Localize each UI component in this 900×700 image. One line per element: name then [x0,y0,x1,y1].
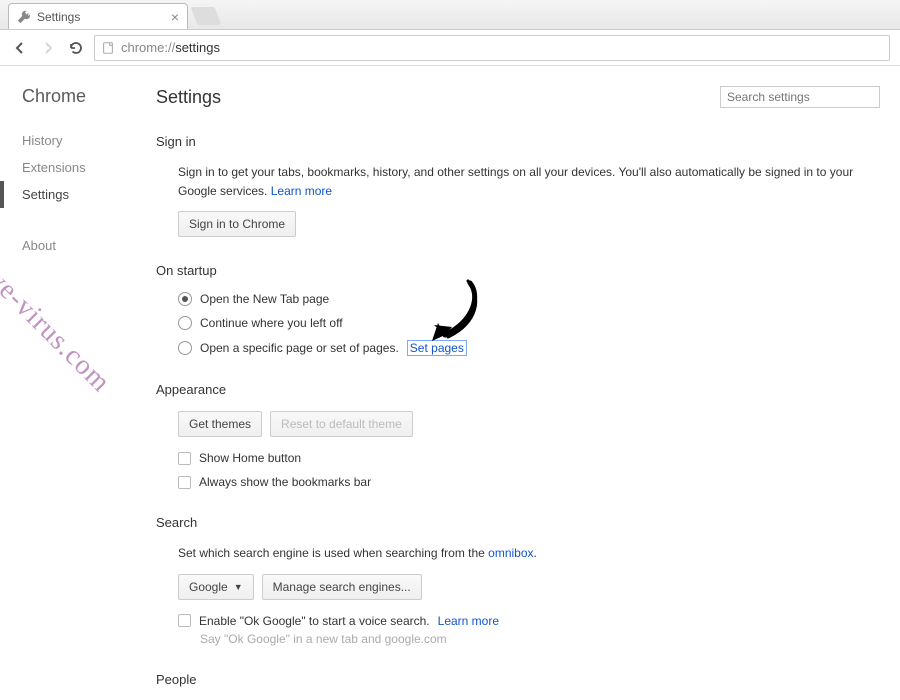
search-engine-select[interactable]: Google▼ [178,574,254,600]
reload-button[interactable] [66,38,86,58]
signin-button[interactable]: Sign in to Chrome [178,211,296,237]
checkbox-icon [178,452,191,465]
section-people: People [156,672,880,687]
sidebar-item-history[interactable]: History [22,127,150,154]
content: Chrome History Extensions Settings About… [0,66,900,700]
signin-heading: Sign in [156,134,880,149]
ok-google-checkbox[interactable]: Enable "Ok Google" to start a voice sear… [178,614,880,628]
omnibox-link[interactable]: omnibox [488,546,533,560]
section-appearance: Appearance Get themes Reset to default t… [156,382,880,489]
tab-bar: Settings × [0,0,900,30]
page-icon [101,41,115,55]
tab-title: Settings [37,10,80,24]
get-themes-button[interactable]: Get themes [178,411,262,437]
toolbar: chrome://settings [0,30,900,66]
sidebar: Chrome History Extensions Settings About [0,66,150,700]
wrench-icon [17,10,31,24]
chevron-down-icon: ▼ [234,582,243,592]
startup-option-specific[interactable]: Open a specific page or set of pages. Se… [178,340,880,356]
url-bar[interactable]: chrome://settings [94,35,890,61]
url-prefix: chrome:// [121,40,175,55]
page-title: Settings [156,87,221,108]
forward-button[interactable] [38,38,58,58]
radio-icon [178,292,192,306]
sidebar-item-about[interactable]: About [22,232,150,259]
reset-theme-button[interactable]: Reset to default theme [270,411,413,437]
radio-icon [178,316,192,330]
checkbox-icon [178,476,191,489]
people-heading: People [156,672,880,687]
show-home-checkbox[interactable]: Show Home button [178,451,880,465]
manage-search-engines-button[interactable]: Manage search engines... [262,574,422,600]
section-search: Search Set which search engine is used w… [156,515,880,645]
startup-option-continue[interactable]: Continue where you left off [178,316,880,330]
signin-learn-more-link[interactable]: Learn more [271,184,332,198]
search-heading: Search [156,515,880,530]
show-bookmarks-checkbox[interactable]: Always show the bookmarks bar [178,475,880,489]
url-path: settings [175,40,220,55]
section-startup: On startup Open the New Tab page Continu… [156,263,880,356]
search-text: Set which search engine is used when sea… [178,544,880,563]
radio-icon [178,341,192,355]
ok-google-hint: Say "Ok Google" in a new tab and google.… [200,632,880,646]
sidebar-item-extensions[interactable]: Extensions [22,154,150,181]
back-button[interactable] [10,38,30,58]
set-pages-link[interactable]: Set pages [407,340,467,356]
search-settings-input[interactable] [720,86,880,108]
startup-heading: On startup [156,263,880,278]
page-header: Settings [156,86,880,108]
ok-google-learn-link[interactable]: Learn more [438,614,499,628]
main: Settings Sign in Sign in to get your tab… [150,66,900,700]
sidebar-item-settings[interactable]: Settings [0,181,150,208]
new-tab-button[interactable] [191,7,222,25]
appearance-heading: Appearance [156,382,880,397]
close-icon[interactable]: × [171,9,179,25]
browser-tab[interactable]: Settings × [8,3,188,29]
sidebar-title: Chrome [22,86,150,107]
signin-text: Sign in to get your tabs, bookmarks, his… [178,163,880,201]
startup-option-newtab[interactable]: Open the New Tab page [178,292,880,306]
checkbox-icon [178,614,191,627]
section-signin: Sign in Sign in to get your tabs, bookma… [156,134,880,237]
